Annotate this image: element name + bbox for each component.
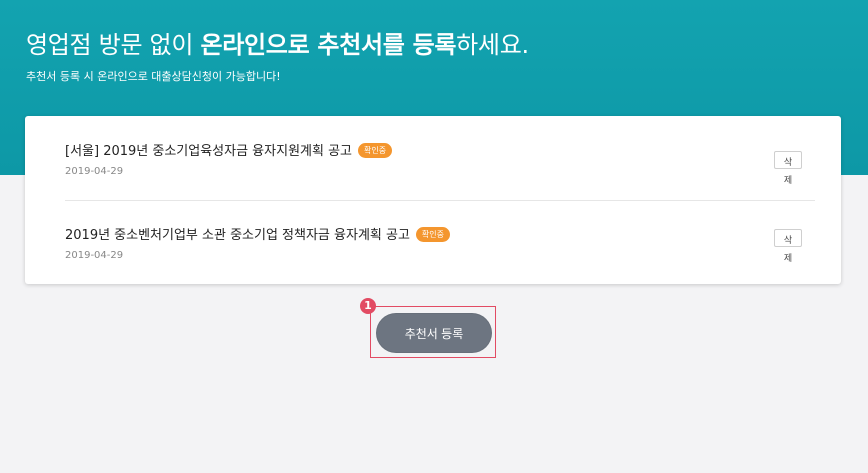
list-item: 2019년 중소벤처기업부 소관 중소기업 정책자금 융자계획 공고 확인중 20…	[65, 200, 815, 284]
item-date: 2019-04-29	[65, 166, 124, 177]
step-marker: 1	[360, 298, 376, 314]
status-badge: 확인중	[358, 143, 393, 158]
item-date: 2019-04-29	[65, 250, 124, 261]
delete-button[interactable]: 삭제	[774, 151, 802, 185]
list-item: [서울] 2019년 중소기업육성자금 융자지원계획 공고 확인중 2019-04…	[65, 116, 815, 201]
hero-title: 영업점 방문 없이 온라인으로 추천서를 등록하세요.	[26, 31, 529, 59]
delete-button[interactable]: 삭제	[774, 229, 802, 263]
register-recommendation-button[interactable]: 추천서 등록	[376, 313, 492, 353]
hero-title-emphasis: 온라인으로 추천서를 등록	[200, 31, 457, 59]
item-title: 2019년 중소벤처기업부 소관 중소기업 정책자금 융자계획 공고 확인중	[65, 226, 451, 246]
item-title: [서울] 2019년 중소기업육성자금 융자지원계획 공고 확인중	[65, 142, 393, 162]
hero-subtitle: 추천서 등록 시 온라인으로 대출상담신청이 가능합니다!	[26, 70, 281, 83]
status-badge: 확인중	[415, 227, 451, 242]
recommendation-list: [서울] 2019년 중소기업육성자금 융자지원계획 공고 확인중 2019-04…	[25, 116, 841, 284]
